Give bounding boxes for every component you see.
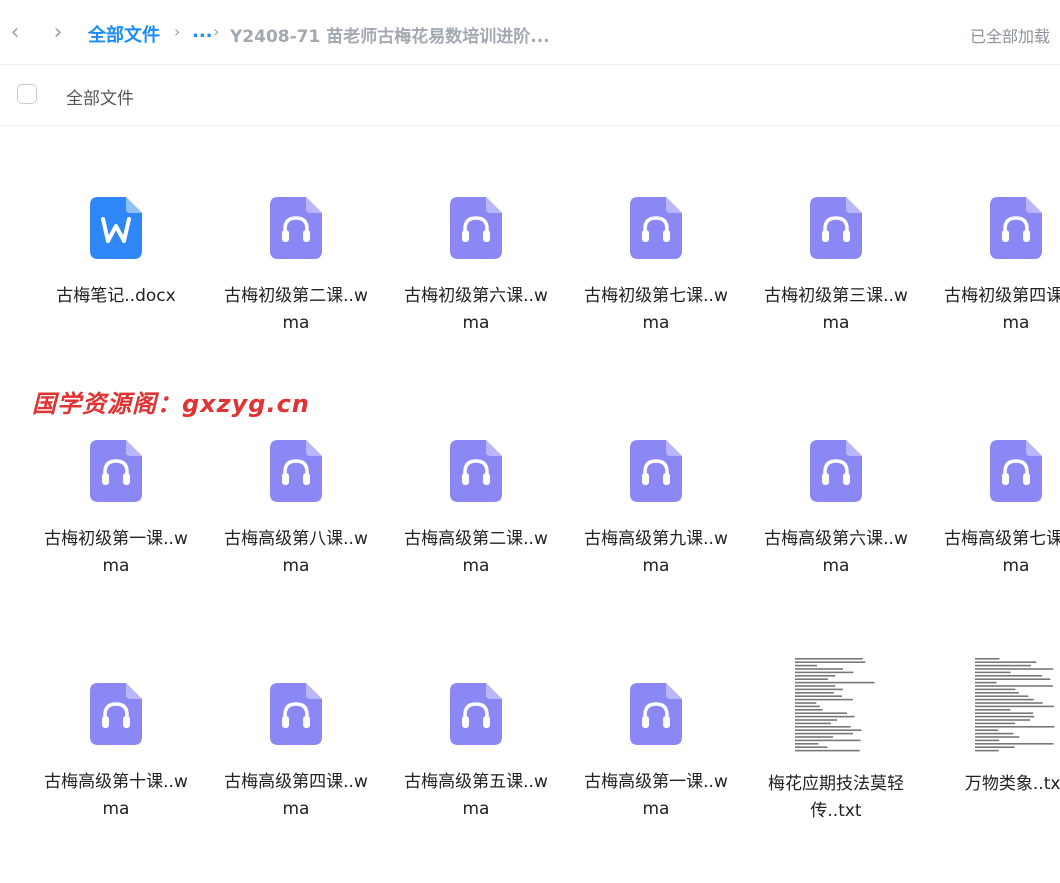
audio-file-icon: [626, 440, 686, 510]
file-item[interactable]: 古梅初级第三课..wma: [746, 197, 926, 397]
load-status: 已全部加载: [970, 27, 1051, 46]
file-item[interactable]: 古梅高级第十课..wma: [26, 683, 206, 883]
file-name: 古梅高级第九课..wma: [584, 529, 728, 576]
file-item[interactable]: 古梅初级第六课..wma: [386, 197, 566, 397]
file-name: 古梅初级第六课..wma: [404, 286, 548, 333]
file-item[interactable]: 古梅高级第二课..wma: [386, 440, 566, 640]
file-item[interactable]: 古梅高级第八课..wma: [206, 440, 386, 640]
file-name: 古梅笔记..docx: [56, 286, 176, 306]
watermark-text: 国学资源阁：gxzyg.cn: [32, 390, 310, 418]
breadcrumb-separator-icon: ›: [174, 22, 181, 41]
audio-file-icon: [266, 440, 326, 510]
audio-file-icon: [446, 440, 506, 510]
file-name: 古梅高级第八课..wma: [224, 529, 368, 576]
file-name: 梅花应期技法莫轻传..txt: [768, 774, 904, 821]
file-item[interactable]: 古梅高级第七课..wma: [926, 440, 1060, 640]
file-name: 古梅高级第十课..wma: [44, 772, 188, 819]
breadcrumb-separator-icon: ›: [213, 22, 220, 41]
audio-file-icon: [626, 197, 686, 267]
file-item[interactable]: 古梅高级第一课..wma: [566, 683, 746, 883]
select-all-label: 全部文件: [66, 89, 134, 109]
back-button[interactable]: ‹: [3, 20, 27, 46]
chevron-left-icon: ‹: [10, 20, 20, 45]
file-item[interactable]: 古梅初级第二课..wma: [206, 197, 386, 397]
audio-file-icon: [86, 683, 146, 753]
file-item[interactable]: 古梅高级第九课..wma: [566, 440, 746, 640]
file-item[interactable]: 古梅初级第七课..wma: [566, 197, 746, 397]
audio-file-icon: [86, 440, 146, 510]
file-name: 古梅高级第六课..wma: [764, 529, 908, 576]
file-name: 古梅初级第三课..wma: [764, 286, 908, 333]
breadcrumb-current-folder: Y2408-71 苗老师古梅花易数培训进阶...: [230, 27, 550, 47]
file-name: 古梅高级第七课..wma: [944, 529, 1060, 576]
file-item[interactable]: 古梅高级第五课..wma: [386, 683, 566, 883]
file-name: 古梅高级第五课..wma: [404, 772, 548, 819]
text-thumbnail-icon: [971, 655, 1060, 755]
file-name: 古梅初级第七课..wma: [584, 286, 728, 333]
audio-file-icon: [446, 683, 506, 753]
file-item[interactable]: 万物类象..txt: [926, 655, 1060, 883]
audio-file-icon: [266, 197, 326, 267]
file-item[interactable]: 古梅笔记..docx: [26, 197, 206, 397]
file-name: 古梅初级第四课..wma: [944, 286, 1060, 333]
file-item[interactable]: 古梅初级第一课..wma: [26, 440, 206, 640]
audio-file-icon: [446, 197, 506, 267]
audio-file-icon: [986, 197, 1046, 267]
audio-file-icon: [266, 683, 326, 753]
file-item[interactable]: 古梅初级第四课..wma: [926, 197, 1060, 397]
file-item[interactable]: 古梅高级第六课..wma: [746, 440, 926, 640]
file-toolbar: 全部文件: [0, 65, 1060, 126]
file-name: 古梅高级第一课..wma: [584, 772, 728, 819]
file-name: 古梅初级第一课..wma: [44, 529, 188, 576]
word-doc-icon: [86, 197, 146, 267]
file-name: 古梅高级第二课..wma: [404, 529, 548, 576]
file-item[interactable]: 梅花应期技法莫轻传..txt: [746, 655, 926, 883]
chevron-right-icon: ›: [53, 20, 63, 45]
select-all-checkbox[interactable]: [17, 84, 37, 104]
text-thumbnail-icon: [791, 655, 881, 755]
breadcrumb-ellipsis[interactable]: ...: [192, 21, 213, 42]
forward-button[interactable]: ›: [46, 20, 70, 46]
file-name: 古梅初级第二课..wma: [224, 286, 368, 333]
audio-file-icon: [986, 440, 1046, 510]
audio-file-icon: [806, 197, 866, 267]
file-name: 古梅高级第四课..wma: [224, 772, 368, 819]
top-bar: ‹ › 全部文件 › ... › Y2408-71 苗老师古梅花易数培训进阶..…: [0, 0, 1060, 65]
audio-file-icon: [626, 683, 686, 753]
file-name: 万物类象..txt: [964, 774, 1060, 794]
breadcrumb-root[interactable]: 全部文件: [88, 21, 160, 47]
file-item[interactable]: 古梅高级第四课..wma: [206, 683, 386, 883]
audio-file-icon: [806, 440, 866, 510]
